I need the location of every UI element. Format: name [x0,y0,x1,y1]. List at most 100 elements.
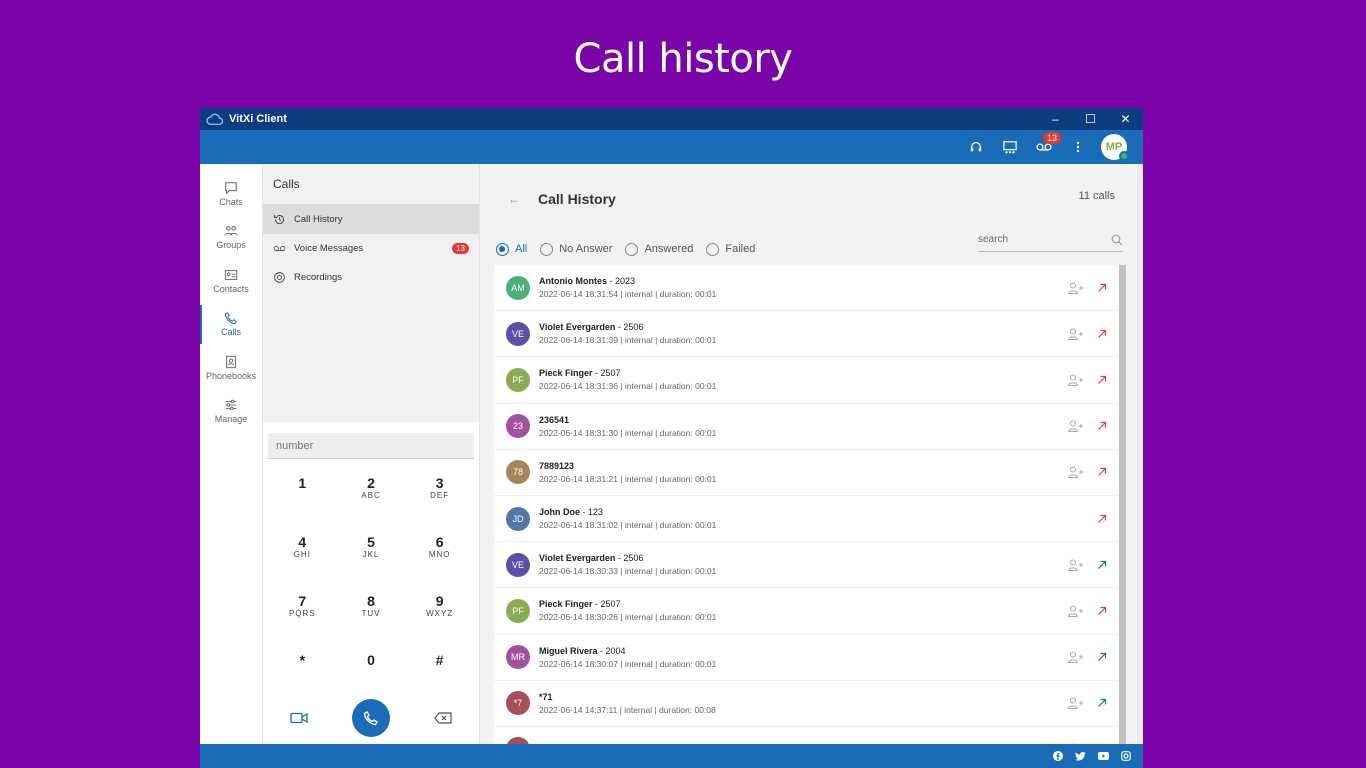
key-4[interactable]: 4 GHI [268,530,337,587]
call-row[interactable]: JD John Doe - 123 2022-06-14 18:31:02 | in… [494,496,1119,543]
search-icon [1111,234,1123,245]
nav-groups[interactable]: Groups [200,216,262,260]
user-avatar[interactable]: MP [1101,134,1129,161]
caller-ext: - 2507 [592,368,621,379]
key-6[interactable]: 6 MNO [405,530,474,587]
call-row[interactable]: *7*72 [494,727,1119,744]
key-1[interactable]: 1 [268,471,337,528]
filter-no-answer-label: No Answer [559,243,613,255]
add-contact-icon[interactable] [1068,420,1083,433]
key-9[interactable]: 9 WXYZ [405,589,474,646]
call-row[interactable]: AM Antonio Montes - 2023 2022-06-14 18:31:… [494,265,1119,312]
add-contact-icon[interactable] [1068,697,1083,710]
key-8[interactable]: 8 TUV [337,589,406,646]
key-2[interactable]: 2 ABC [337,471,406,528]
call-row[interactable]: VE Violet Evergarden - 2506 2022-06-14 18:… [494,542,1119,589]
add-contact-icon[interactable] [1068,605,1083,617]
minimize-button[interactable]: – [1038,108,1073,130]
outgoing-call-icon[interactable] [1097,375,1107,385]
key-5[interactable]: 5 JKL [337,530,406,587]
filter-failed[interactable]: Failed [706,242,755,256]
presence-dot [1119,151,1129,161]
key-digit: * [299,652,306,668]
instagram-icon[interactable] [1121,751,1131,761]
scrollbar[interactable] [1119,265,1126,744]
nav-contacts[interactable]: Contacts [200,259,262,303]
outgoing-call-icon[interactable] [1097,329,1107,339]
caller-name: 7889123 [539,461,716,471]
add-contact-icon[interactable] [1068,651,1083,664]
conference-icon[interactable] [993,130,1027,164]
close-button[interactable]: ✕ [1108,108,1143,130]
outgoing-call-icon[interactable] [1097,698,1107,708]
call-meta: 2022-06-14 18:31:02 | internal | duratio… [539,520,717,531]
voicemail-icon[interactable]: 13 [1027,130,1061,164]
window-title: VitXi Client [229,113,287,125]
caller-name-text: Miguel Rivera [539,645,598,656]
key-letters: DEF [430,491,450,500]
backspace-icon[interactable] [434,712,452,724]
nav-phonebooks-label: Phonebooks [205,370,257,381]
headset-icon[interactable] [959,130,993,164]
filter-no-answer[interactable]: No Answer [540,242,613,256]
call-button[interactable] [352,699,390,737]
add-contact-icon[interactable] [1068,328,1083,340]
add-contact-icon[interactable] [1068,466,1083,479]
outgoing-call-icon[interactable] [1097,514,1107,524]
caller-name-text: Violet Evergarden [539,322,616,333]
nav-calls[interactable]: Calls [200,303,262,347]
nav-groups-label: Groups [216,240,246,251]
search-input[interactable]: search [978,228,1123,252]
twitter-icon[interactable] [1075,751,1086,761]
menu-call-history[interactable]: Call History [263,205,479,234]
caller-name-text: John Doe [539,507,581,518]
number-input[interactable] [268,433,474,459]
add-contact-icon[interactable] [1068,282,1083,294]
history-icon [274,215,285,225]
outgoing-call-icon[interactable] [1097,560,1107,570]
more-vert-icon[interactable] [1061,130,1095,164]
youtube-icon[interactable] [1098,752,1109,760]
call-row[interactable]: 78 7889123 2022-06-14 18:31:21 | internal … [494,450,1119,496]
call-meta: 2022-06-14 18:31:36 | internal | duratio… [539,381,717,392]
call-row[interactable]: MR Miguel Rivera - 2004 2022-06-14 18:30:0… [494,635,1119,681]
key-0[interactable]: 0 [337,648,406,705]
outgoing-call-icon[interactable] [1097,467,1107,477]
key-letters: PQRS [288,609,316,618]
filter-answered[interactable]: Answered [625,242,693,256]
menu-recordings[interactable]: Recordings [263,263,479,292]
phonebook-icon [226,355,236,368]
filter-all[interactable]: All [496,242,527,256]
key-star[interactable]: * [268,648,337,705]
call-row[interactable]: *7 *71 2022-06-14 14:37:11 | internal | du… [494,681,1119,727]
nav-contacts-label: Contacts [213,283,249,294]
outgoing-call-icon[interactable] [1097,606,1107,616]
video-call-icon[interactable] [290,712,308,724]
key-7[interactable]: 7 PQRS [268,589,337,646]
key-hash[interactable]: # [405,648,474,705]
nav-manage[interactable]: Manage [200,390,262,434]
key-3[interactable]: 3 DEF [405,471,474,528]
cloud-logo-icon [206,113,224,125]
back-arrow-icon[interactable]: ← [508,192,520,206]
window-edge [1137,164,1143,744]
outgoing-call-icon[interactable] [1097,652,1107,662]
outgoing-call-icon[interactable] [1097,283,1107,293]
scrollbar-thumb[interactable] [1119,265,1126,744]
call-row[interactable]: PF Pieck Finger - 2507 2022-06-14 18:30:26… [494,588,1119,635]
menu-voice-messages[interactable]: Voice Messages 13 [263,234,479,263]
search-placeholder: search [978,234,1009,245]
caller-name: Pieck Finger - 2507 [539,599,716,609]
nav-chats[interactable]: Chats [200,172,262,216]
facebook-icon[interactable] [1053,751,1063,761]
add-contact-icon[interactable] [1068,559,1083,571]
maximize-button[interactable]: ☐ [1073,108,1108,130]
add-contact-icon[interactable] [1068,374,1083,386]
call-row[interactable]: PF Pieck Finger - 2507 2022-06-14 18:31:36… [494,357,1119,404]
key-digit: 1 [298,475,307,491]
call-row[interactable]: 23 236541 2022-06-14 18:31:30 | internal |… [494,404,1119,450]
nav-phonebooks[interactable]: Phonebooks [200,346,262,390]
call-row[interactable]: VE Violet Evergarden - 2506 2022-06-14 18:… [494,311,1119,358]
outgoing-call-icon[interactable] [1097,421,1107,431]
call-info: *71 2022-06-14 14:37:11 | internal | dura… [539,692,716,715]
